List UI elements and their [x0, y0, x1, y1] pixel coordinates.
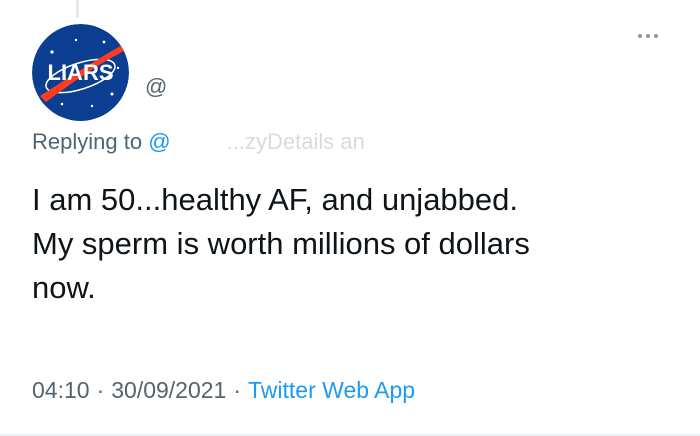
tweet-metadata: 04:10 · 30/09/2021 · Twitter Web App [32, 377, 415, 404]
avatar-logo-icon: LIARS [32, 24, 129, 121]
more-dot [654, 34, 658, 38]
reply-mention-link[interactable]: @ [148, 129, 170, 154]
separator: · [96, 377, 105, 403]
avatar-wordmark: LIARS [48, 60, 114, 85]
thread-line [76, 0, 79, 18]
replying-to: Replying to @ ...zyDetails an [32, 129, 365, 155]
replying-to-label: Replying to [32, 129, 143, 154]
tweet-text: I am 50...healthy AF, and unjabbed. My s… [32, 182, 530, 305]
reply-obscured-text: ...zyDetails an [226, 129, 365, 154]
tweet-date[interactable]: 30/09/2021 [111, 377, 226, 403]
tweet-time[interactable]: 04:10 [32, 377, 90, 403]
user-handle[interactable]: @ [145, 74, 167, 100]
ellipsis-icon[interactable] [638, 34, 658, 38]
more-dot [646, 34, 650, 38]
tweet[interactable]: LIARS @ Replying to @ ...zyDetails an I … [0, 0, 700, 436]
separator: · [233, 377, 242, 403]
tweet-source-link[interactable]: Twitter Web App [248, 377, 415, 403]
avatar[interactable]: LIARS [32, 24, 129, 121]
more-dot [638, 34, 642, 38]
